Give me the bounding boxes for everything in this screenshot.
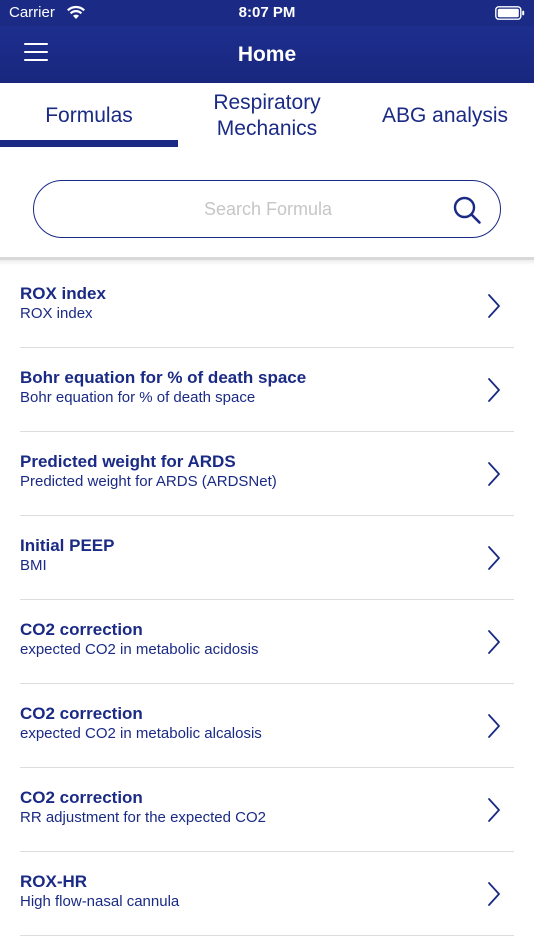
- formula-list-item[interactable]: ROX-HR High flow-nasal cannula: [20, 852, 514, 936]
- navigation-bar: Home: [0, 26, 534, 83]
- selected-tab-indicator: [0, 140, 178, 147]
- formula-subtitle: BMI: [20, 557, 47, 574]
- status-bar: Carrier 8:07 PM: [0, 0, 534, 26]
- formula-subtitle: expected CO2 in metabolic alcalosis: [20, 725, 262, 742]
- chevron-right-icon: [488, 294, 500, 318]
- chevron-right-icon: [488, 798, 500, 822]
- tab-abg-analysis[interactable]: ABG analysis: [356, 83, 534, 149]
- formula-list-item[interactable]: CO2 correction expected CO2 in metabolic …: [20, 600, 514, 684]
- formula-subtitle: RR adjustment for the expected CO2: [20, 809, 266, 826]
- chevron-right-icon: [488, 714, 500, 738]
- formula-list-item[interactable]: CO2 correction expected CO2 in metabolic …: [20, 684, 514, 768]
- page-title: Home: [237, 43, 297, 66]
- formula-list-item[interactable]: CO2 correction RR adjustment for the expe…: [20, 768, 514, 852]
- formula-subtitle: High flow-nasal cannula: [20, 893, 180, 910]
- chevron-right-icon: [488, 378, 500, 402]
- search-input[interactable]: [64, 191, 472, 227]
- formula-title: ROX-HR: [20, 872, 88, 891]
- formula-list: ROX index ROX index Bohr equation for % of…: [0, 264, 534, 936]
- formula-title: CO2 correction: [20, 704, 143, 723]
- chevron-right-icon: [488, 462, 500, 486]
- chevron-right-icon: [488, 882, 500, 906]
- formula-list-item[interactable]: ROX index ROX index: [20, 264, 514, 348]
- formula-subtitle: Bohr equation for % of death space: [20, 389, 256, 406]
- battery-icon: [495, 6, 525, 20]
- formula-list-item[interactable]: Initial PEEP BMI: [20, 516, 514, 600]
- formula-subtitle: Predicted weight for ARDS (ARDSNet): [20, 473, 277, 490]
- formula-title: ROX index: [20, 284, 106, 303]
- tab-respiratory-mechanics[interactable]: Respiratory Mechanics: [178, 83, 356, 149]
- formula-subtitle: ROX index: [20, 305, 93, 322]
- formula-title: CO2 correction: [20, 788, 143, 807]
- formula-title: Predicted weight for ARDS: [20, 452, 236, 471]
- chevron-right-icon: [488, 630, 500, 654]
- chevron-right-icon: [488, 546, 500, 570]
- search-icon[interactable]: [452, 195, 482, 225]
- formula-title: Bohr equation for % of death space: [20, 368, 307, 387]
- formula-list-item[interactable]: Predicted weight for ARDS Predicted weigh…: [20, 432, 514, 516]
- formula-subtitle: expected CO2 in metabolic acidosis: [20, 641, 259, 658]
- status-time: 8:07 PM: [238, 4, 296, 21]
- formula-title: CO2 correction: [20, 620, 143, 639]
- formula-list-item[interactable]: Bohr equation for % of death space Bohr e…: [20, 348, 514, 432]
- formula-title: Initial PEEP: [20, 536, 115, 555]
- search-bar: [33, 180, 501, 238]
